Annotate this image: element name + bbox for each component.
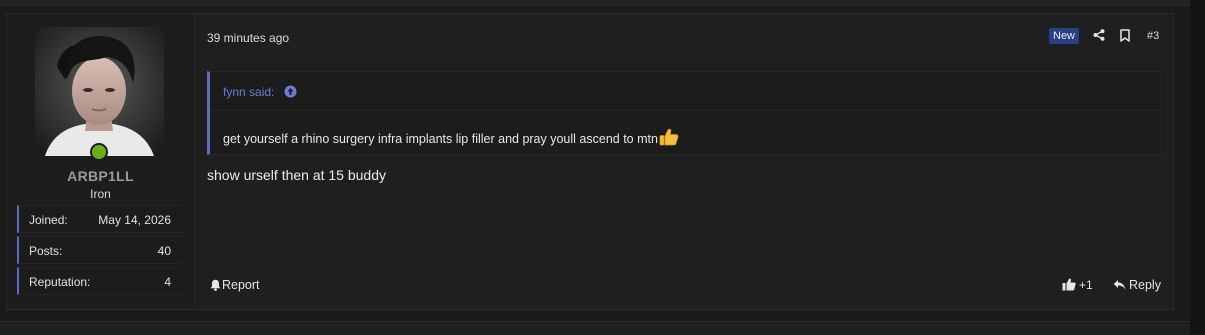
post-timestamp[interactable]: 39 minutes ago bbox=[207, 31, 289, 45]
like-count: +1 bbox=[1079, 278, 1093, 292]
bookmark-icon[interactable] bbox=[1120, 29, 1130, 42]
arrow-up-circle-icon[interactable] bbox=[284, 85, 297, 98]
share-icon[interactable] bbox=[1093, 29, 1105, 41]
bell-icon bbox=[210, 279, 221, 291]
quote-text: get yourself a rhino surgery infra impla… bbox=[223, 132, 658, 146]
quote-body: get yourself a rhino surgery infra impla… bbox=[223, 128, 679, 146]
stat-label: Reputation: bbox=[29, 275, 91, 289]
username[interactable]: ARBP1LL bbox=[7, 168, 194, 184]
stat-label: Joined: bbox=[29, 213, 68, 227]
report-button[interactable]: Report bbox=[210, 278, 260, 292]
stat-value: 4 bbox=[164, 275, 171, 289]
stat-label: Posts: bbox=[29, 244, 63, 258]
next-post-edge bbox=[0, 321, 1190, 335]
previous-post-edge bbox=[0, 0, 1190, 6]
thumbs-up-icon bbox=[1062, 278, 1076, 291]
post-author-column: ARBP1LL Iron Joined: May 14, 2026 Posts:… bbox=[7, 14, 195, 309]
stat-joined: Joined: May 14, 2026 bbox=[17, 205, 181, 233]
user-avatar-icon bbox=[35, 27, 164, 156]
post-number-link[interactable]: #3 bbox=[1147, 30, 1159, 42]
like-button[interactable]: +1 bbox=[1062, 278, 1093, 292]
stat-reputation: Reputation: 4 bbox=[17, 267, 181, 295]
stat-posts: Posts: 40 bbox=[17, 236, 181, 264]
reply-arrow-icon bbox=[1113, 280, 1126, 290]
thumbs-up-emoji-icon bbox=[659, 128, 679, 146]
report-label: Report bbox=[222, 278, 260, 292]
new-badge: New bbox=[1049, 28, 1080, 44]
quote-header: fynn said: bbox=[210, 72, 1160, 111]
post-message: show urself then at 15 buddy bbox=[207, 167, 387, 183]
avatar[interactable] bbox=[35, 27, 164, 156]
forum-post: ARBP1LL Iron Joined: May 14, 2026 Posts:… bbox=[6, 13, 1174, 310]
stat-value: May 14, 2026 bbox=[98, 213, 171, 227]
page-scrollbar-track[interactable] bbox=[1190, 0, 1205, 334]
quote-block: fynn said: get yourself a rhino surgery … bbox=[207, 71, 1161, 155]
reply-button[interactable]: Reply bbox=[1113, 278, 1161, 292]
online-status-indicator bbox=[90, 143, 108, 161]
reply-label: Reply bbox=[1129, 278, 1161, 292]
stat-value: 40 bbox=[157, 244, 171, 258]
quote-author-link[interactable]: fynn said: bbox=[223, 85, 274, 99]
user-rank-title: Iron bbox=[90, 187, 111, 201]
